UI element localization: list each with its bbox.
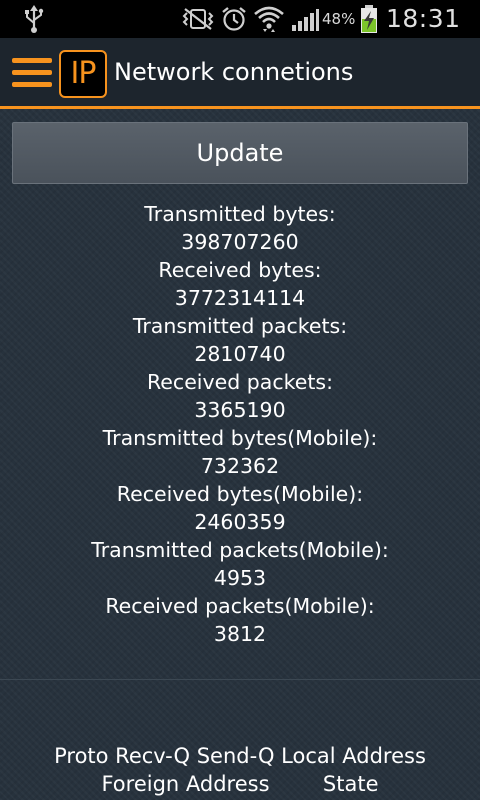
alarm-icon — [220, 5, 248, 33]
stat-value: 3365190 — [194, 398, 286, 422]
app-logo[interactable]: IP — [59, 50, 107, 98]
update-button[interactable]: Update — [12, 122, 468, 184]
stat-value: 3772314114 — [174, 286, 306, 310]
signal-icon — [290, 7, 320, 33]
battery-percent: 48% — [322, 10, 356, 28]
connections-table-header: Proto Recv-Q Send-Q Local Address Foreig… — [0, 742, 480, 798]
status-bar: 48% 18:31 — [0, 0, 480, 38]
stat-value: 398707260 — [181, 230, 299, 254]
stat-value: 4953 — [213, 566, 267, 590]
stat-label: Received bytes(Mobile): — [116, 482, 364, 506]
stat-label: Received bytes: — [158, 258, 322, 282]
action-bar: IP Network connetions — [0, 38, 480, 109]
battery-charging-icon — [360, 5, 378, 33]
stat-label: Received packets: — [146, 370, 333, 394]
menu-icon[interactable] — [12, 56, 52, 90]
stat-label: Transmitted bytes(Mobile): — [102, 426, 378, 450]
vibrate-mute-icon — [181, 7, 215, 31]
network-stats: Transmitted bytes: 398707260 Received by… — [0, 200, 480, 648]
stat-value: 3812 — [213, 622, 267, 646]
stat-value: 732362 — [200, 454, 280, 478]
stat-value: 2810740 — [194, 342, 286, 366]
stat-value: 2460359 — [194, 510, 286, 534]
stat-label: Transmitted bytes: — [144, 202, 336, 226]
wifi-icon — [253, 4, 285, 32]
clock: 18:31 — [386, 4, 461, 33]
stat-label: Transmitted packets(Mobile): — [91, 538, 389, 562]
usb-icon — [24, 5, 44, 33]
stat-label: Transmitted packets: — [132, 314, 348, 338]
divider — [0, 679, 480, 680]
stat-label: Received packets(Mobile): — [105, 594, 375, 618]
page-title: Network connetions — [114, 58, 354, 86]
column-headers-line-1: Proto Recv-Q Send-Q Local Address — [54, 744, 426, 768]
column-headers-line-2: Foreign Address State — [101, 772, 379, 796]
